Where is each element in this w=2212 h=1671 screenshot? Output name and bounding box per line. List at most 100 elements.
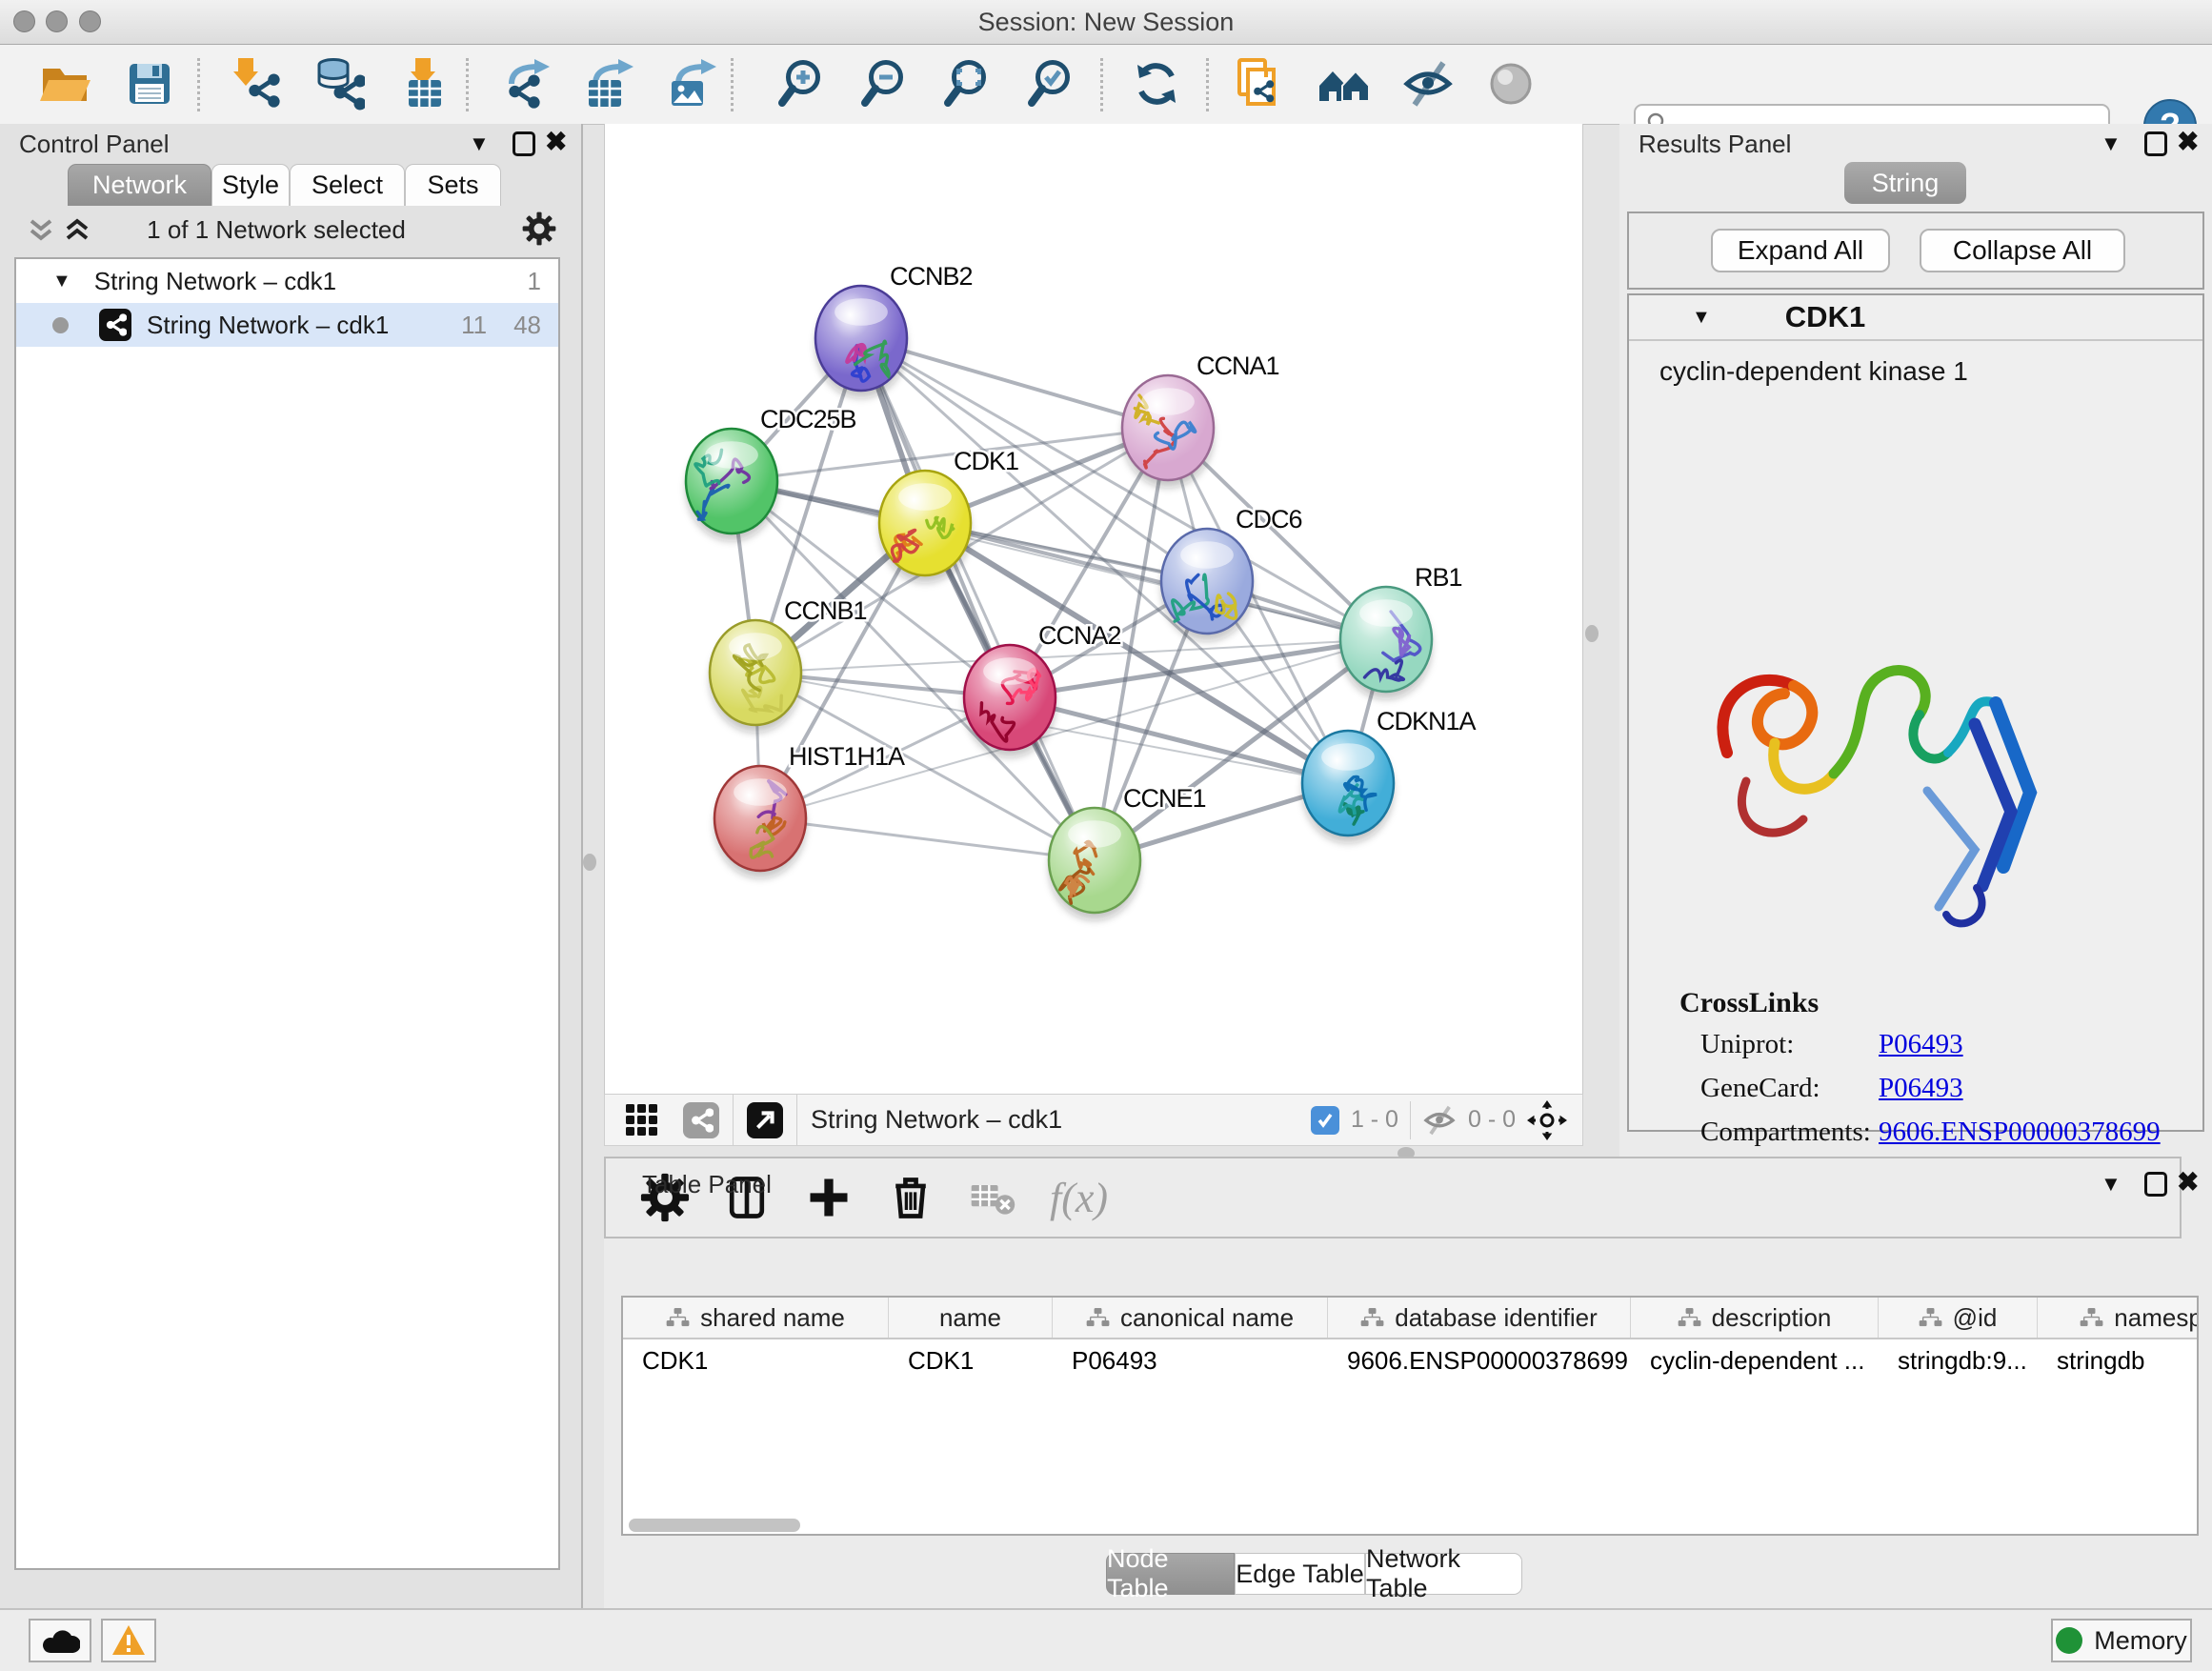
network-canvas[interactable]: CCNB2CCNA1CDC25BCDK1CDC6RB1CCNB1CCNA2CDK… — [605, 124, 1584, 1094]
node-label-CDKN1A: CDKN1A — [1377, 707, 1477, 735]
tab-node-table[interactable]: Node Table — [1106, 1553, 1235, 1595]
network-node-CCNB1[interactable]: CCNB1 — [710, 596, 867, 733]
tree-caret-icon[interactable]: ▼ — [52, 271, 71, 292]
save-session-button[interactable] — [120, 54, 179, 113]
network-node-RB1[interactable]: RB1 — [1340, 563, 1462, 699]
cloud-button[interactable] — [29, 1619, 91, 1662]
left-splitter-handle[interactable] — [583, 854, 596, 871]
network-edge-CCNE1-HIST1H1A[interactable] — [760, 818, 1095, 860]
export-table-button[interactable] — [577, 54, 636, 113]
network-node-CCNE1[interactable]: CCNE1 — [1049, 784, 1206, 920]
network-node-CDC6[interactable]: CDC6 — [1161, 505, 1302, 641]
table-panel-menu-icon[interactable]: ▼ — [2101, 1172, 2122, 1197]
tab-sets[interactable]: Sets — [405, 164, 501, 206]
cell-database-identifier[interactable]: 9606.ENSP00000378699 — [1328, 1346, 1631, 1376]
memory-button[interactable]: Memory — [2051, 1619, 2192, 1662]
crosslink-value-link[interactable]: 9606.ENSP00000378699 — [1879, 1117, 2161, 1148]
results-panel-menu-icon[interactable]: ▼ — [2101, 131, 2122, 156]
crosslink-value-link[interactable]: P06493 — [1879, 1029, 1963, 1060]
column-header-name[interactable]: name — [889, 1298, 1053, 1338]
hide-glass-button[interactable] — [1398, 54, 1458, 113]
crosslink-value-link[interactable]: P06493 — [1879, 1073, 1963, 1104]
table-horizontal-scrollbar[interactable] — [629, 1519, 800, 1532]
control-panel-close-icon[interactable]: ✖ — [545, 130, 567, 154]
birdseye-grid-icon[interactable] — [624, 1102, 660, 1138]
column-header-namespace[interactable]: namespace — [2038, 1298, 2199, 1338]
results-panel-close-icon[interactable]: ✖ — [2177, 130, 2199, 154]
network-row-selected[interactable]: String Network – cdk1 11 48 — [16, 303, 558, 347]
cell-canonical-name[interactable]: P06493 — [1053, 1346, 1328, 1376]
network-node-CDKN1A[interactable]: CDKN1A — [1302, 707, 1477, 843]
apply-layout-button[interactable] — [1127, 54, 1186, 113]
hidden-eye-slash-icon[interactable] — [1422, 1103, 1457, 1137]
tab-style[interactable]: Style — [211, 164, 290, 206]
selected-checkbox-icon[interactable] — [1311, 1106, 1339, 1135]
node-label-CCNA1: CCNA1 — [1196, 352, 1279, 380]
table-panel-float-icon[interactable] — [2144, 1172, 2167, 1197]
export-network-button[interactable] — [495, 54, 554, 113]
delete-column-icon[interactable] — [886, 1173, 935, 1222]
right-splitter-handle[interactable] — [1585, 625, 1599, 642]
network-node-CCNB2[interactable]: CCNB2 — [815, 262, 973, 398]
expand-all-icon[interactable] — [63, 215, 91, 244]
network-node-CDK1[interactable]: CDK1 — [879, 447, 1018, 583]
control-panel-float-icon[interactable] — [513, 131, 535, 156]
toolbar-separator — [1100, 58, 1103, 111]
table-data-row[interactable]: CDK1CDK1P064939606.ENSP00000378699cyclin… — [623, 1339, 2197, 1381]
column-header-canonical-name[interactable]: canonical name — [1053, 1298, 1328, 1338]
node-table[interactable]: shared namenamecanonical namedatabase id… — [621, 1296, 2199, 1536]
column-header-description[interactable]: description — [1631, 1298, 1879, 1338]
import-table-button[interactable] — [393, 54, 452, 113]
tab-network[interactable]: Network — [68, 164, 211, 206]
column-header-database-identifier[interactable]: database identifier — [1328, 1298, 1631, 1338]
column-header--id[interactable]: @id — [1879, 1298, 2038, 1338]
tab-network-table[interactable]: Network Table — [1365, 1553, 1522, 1595]
zoom-fit-icon — [939, 57, 993, 111]
zoom-in-button[interactable] — [771, 54, 830, 113]
warning-button[interactable] — [101, 1619, 156, 1662]
results-panel-float-icon[interactable] — [2144, 131, 2167, 156]
zoom-selected-button[interactable] — [1020, 54, 1079, 113]
zoom-fit-button[interactable] — [936, 54, 995, 113]
open-in-browser-icon[interactable] — [747, 1102, 783, 1138]
string-home-button[interactable] — [1315, 54, 1374, 113]
network-edge-CCNB2-CCNA1[interactable] — [861, 338, 1168, 428]
cell-description[interactable]: cyclin-dependent ... — [1631, 1346, 1879, 1376]
cell-name[interactable]: CDK1 — [889, 1346, 1053, 1376]
tab-select[interactable]: Select — [290, 164, 405, 206]
gene-description: cyclin-dependent kinase 1 — [1659, 356, 2202, 387]
network-edge-CCNE1-CCNB2[interactable] — [861, 338, 1095, 860]
network-options-gear-icon[interactable] — [522, 211, 556, 246]
open-session-button[interactable] — [35, 54, 94, 113]
export-image-button[interactable] — [660, 54, 719, 113]
control-panel-menu-icon[interactable]: ▼ — [469, 131, 490, 156]
network-view[interactable]: CCNB2CCNA1CDC25BCDK1CDC6RB1CCNB1CCNA2CDK… — [604, 124, 1583, 1094]
tab-string-results[interactable]: String — [1844, 162, 1966, 204]
import-network-button[interactable] — [228, 54, 287, 113]
show-glass-button[interactable] — [1481, 54, 1540, 113]
column-header-shared-name[interactable]: shared name — [623, 1298, 889, 1338]
cell-shared-name[interactable]: CDK1 — [623, 1346, 889, 1376]
network-collection-row[interactable]: ▼ String Network – cdk1 1 — [16, 259, 558, 303]
zoom-out-button[interactable] — [854, 54, 913, 113]
export-image-icon — [663, 57, 716, 111]
cell--id[interactable]: stringdb:9... — [1879, 1346, 2038, 1376]
create-column-icon[interactable] — [804, 1173, 854, 1222]
network-node-HIST1H1A[interactable]: HIST1H1A — [714, 742, 905, 878]
network-node-CCNA1[interactable]: CCNA1 — [1122, 352, 1279, 488]
node-label-CCNE1: CCNE1 — [1123, 784, 1206, 813]
cell-namespace[interactable]: stringdb — [2038, 1346, 2199, 1376]
toolbar-separator — [466, 58, 469, 111]
import-network-from-database-button[interactable] — [309, 54, 368, 113]
collapse-all-icon[interactable] — [27, 215, 55, 244]
string-style-icon[interactable] — [683, 1102, 719, 1138]
expand-all-button[interactable]: Expand All — [1711, 229, 1890, 272]
tab-edge-table[interactable]: Edge Table — [1235, 1553, 1365, 1595]
collapse-all-button[interactable]: Collapse All — [1920, 229, 2125, 272]
gene-header[interactable]: ▼ CDK1 — [1629, 295, 2202, 341]
gene-collapse-icon[interactable]: ▼ — [1692, 307, 1711, 329]
table-panel-close-icon[interactable]: ✖ — [2177, 1170, 2199, 1195]
clone-network-button[interactable] — [1230, 54, 1289, 113]
pan-crosshair-icon[interactable] — [1527, 1100, 1567, 1140]
current-network-name: String Network – cdk1 — [811, 1105, 1062, 1135]
